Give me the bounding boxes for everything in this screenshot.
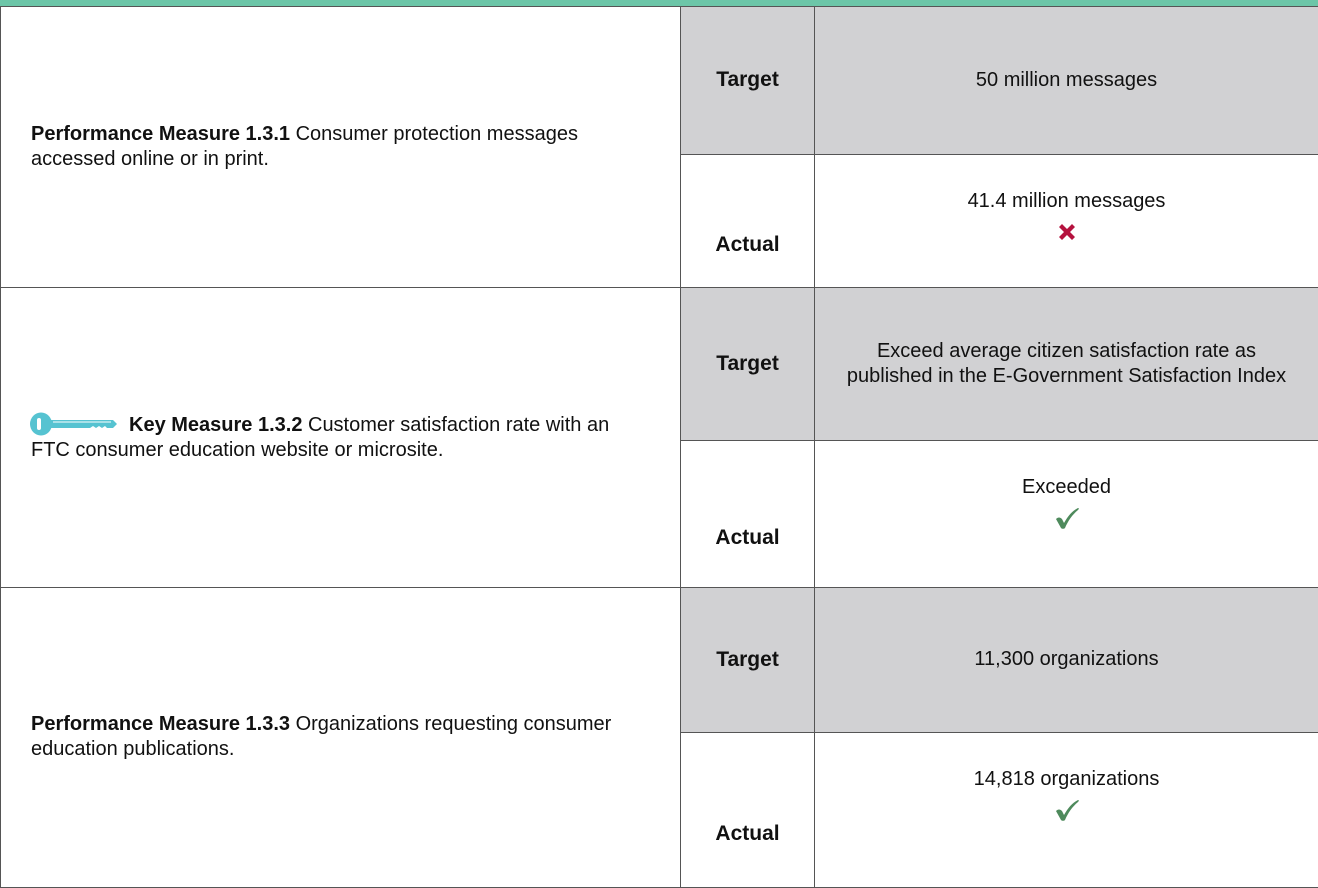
measure-description: Performance Measure 1.3.1 Consumer prote… [0,5,681,289]
target-label: Target [680,586,815,734]
check-mark-icon [1055,800,1079,821]
actual-label: Actual [680,439,815,588]
target-value: 50 million messages [814,6,1318,155]
actual-value-cell: Exceeded [814,439,1318,588]
key-icon [30,412,117,436]
target-value: Exceed average citizen satisfaction rate… [814,287,1318,441]
page: Performance Measure 1.3.1 Consumer prote… [0,0,1318,888]
target-value: 11,300 organizations [814,586,1318,734]
measure-title: Key Measure 1.3.2 [129,413,303,436]
actual-value-cell: 41.4 million messages [814,153,1318,289]
table-row: Performance Measure 1.3.3 Organizations … [0,586,1318,888]
measure-title: Performance Measure 1.3.1 [31,123,291,146]
target-label: Target [680,287,815,441]
actual-value: 41.4 million messages [967,189,1166,212]
check-mark-icon [1055,507,1079,529]
performance-measures-table: Performance Measure 1.3.1 Consumer prote… [0,5,1318,888]
actual-value-cell: 14,818 organizations [814,732,1318,888]
measure-text: Customer satisfaction rate with an FTC c… [31,413,610,461]
actual-label: Actual [680,732,815,888]
measure-description: Performance Measure 1.3.3 Organizations … [0,586,681,888]
actual-label: Actual [680,153,815,289]
actual-value: 14,818 organizations [973,768,1160,791]
measure-description: Key Measure 1.3.2 Customer satisfaction … [0,287,681,588]
actual-value: Exceeded [1022,475,1111,498]
table-row: Performance Measure 1.3.1 Consumer prote… [0,5,1318,289]
table-row: Key Measure 1.3.2 Customer satisfaction … [0,287,1318,588]
x-mark-icon [1058,223,1075,240]
measure-title: Performance Measure 1.3.3 [31,713,291,736]
target-label: Target [680,6,815,155]
